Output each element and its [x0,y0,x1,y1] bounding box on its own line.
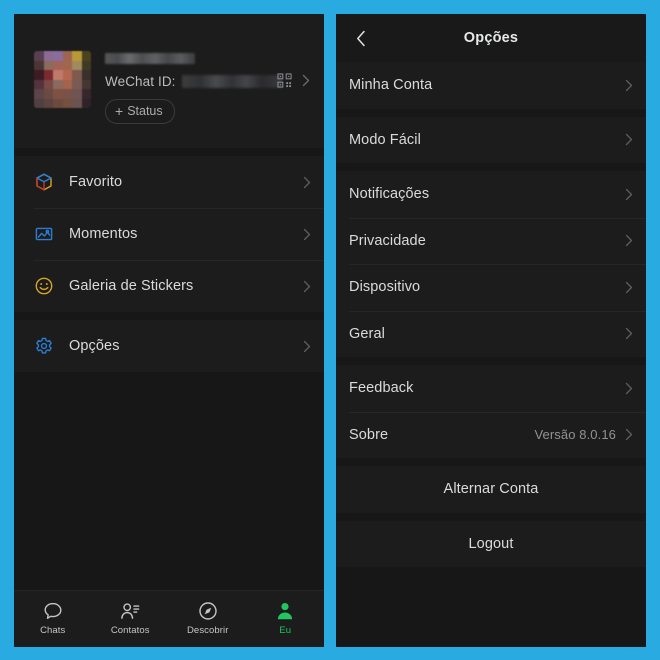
qr-code-icon[interactable] [277,73,292,88]
settings-item-privacidade[interactable]: Privacidade [336,217,646,265]
chat-bubble-icon [42,600,64,622]
photo-icon [34,224,69,244]
chevron-right-icon [303,280,311,293]
profile-name-redacted [105,53,195,64]
settings-item-dispositivo[interactable]: Dispositivo [336,264,646,311]
app-version-value: Versão 8.0.16 [534,427,616,443]
chevron-right-icon [625,188,633,201]
chevron-right-icon [625,382,633,395]
chevron-right-icon [625,133,633,146]
tab-label: Chats [40,625,66,636]
menu-item-label: Opções [69,338,120,354]
right-phone-panel: Opções Minha Conta Modo Fácil Notificaçõ… [336,14,646,647]
chevron-right-icon [303,176,311,189]
settings-item-label: Sobre [349,426,389,443]
tab-label: Descobrir [186,625,229,636]
settings-item-notificacoes[interactable]: Notificações [336,171,646,218]
page-title: Opções [463,30,519,46]
add-status-label: Status [127,104,163,118]
tab-label: Contatos [110,625,150,636]
chevron-right-icon [625,79,633,92]
tab-label: Eu [279,625,292,636]
chevron-left-icon [356,30,366,47]
settings-item-label: Modo Fácil [349,131,421,148]
chevron-right-icon [303,340,311,353]
avatar[interactable] [34,51,91,108]
left-panel-spacer [14,372,324,590]
menu-item-label: Galeria de Stickers [69,278,194,294]
tab-descobrir[interactable]: Descobrir [169,600,247,636]
menu-item-favorito[interactable]: Favorito [14,156,324,208]
person-icon [274,600,296,622]
plus-icon: + [115,102,124,119]
switch-account-button[interactable]: Alternar Conta [336,466,646,513]
profile-actions [277,73,310,88]
menu-item-label: Favorito [69,174,123,190]
settings-item-label: Notificações [349,186,430,203]
settings-group-main: Notificações Privacidade Dispositivo Ger… [336,171,646,357]
bottom-tab-bar: Chats Contatos Descobrir Eu [14,590,324,647]
settings-item-label: Privacidade [349,232,426,249]
settings-item-minha-conta[interactable]: Minha Conta [336,62,646,109]
wechat-id-value-redacted [181,75,282,88]
settings-item-label: Geral [349,325,385,342]
left-menu-group-1: Favorito Momentos Galeria de Stickers [14,156,324,312]
profile-chevron-right-icon[interactable] [302,74,310,87]
settings-group-easy-mode: Modo Fácil [336,116,646,164]
settings-group-info: Feedback Sobre Versão 8.0.16 [336,365,646,458]
add-status-button[interactable]: + Status [105,99,175,125]
smiley-icon [34,276,69,296]
settings-item-feedback[interactable]: Feedback [336,365,646,412]
chevron-right-icon [625,327,633,340]
menu-item-opcoes[interactable]: Opções [14,320,324,372]
back-button[interactable] [350,27,372,49]
chevron-right-icon [625,234,633,247]
cube-icon [34,172,69,192]
wechat-id-label: WeChat ID: [105,74,176,89]
settings-item-geral[interactable]: Geral [336,310,646,358]
profile-card[interactable]: WeChat ID: + Status [14,14,324,148]
nav-header: Opções [336,14,646,62]
left-phone-panel: WeChat ID: + Status Favorito Momentos Ga… [14,14,324,647]
left-menu-group-2: Opções [14,320,324,372]
settings-item-sobre[interactable]: Sobre Versão 8.0.16 [336,411,646,459]
menu-item-momentos[interactable]: Momentos [14,208,324,260]
contacts-icon [119,600,141,622]
chevron-right-icon [625,281,633,294]
settings-group-account: Minha Conta [336,62,646,109]
compass-icon [197,600,219,622]
gear-icon [34,336,69,356]
settings-item-label: Minha Conta [349,77,433,94]
screenshot-stage: WeChat ID: + Status Favorito Momentos Ga… [0,0,660,660]
chevron-right-icon [303,228,311,241]
logout-button[interactable]: Logout [336,520,646,567]
menu-item-galeria-de-stickers[interactable]: Galeria de Stickers [14,260,324,312]
tab-chats[interactable]: Chats [14,600,92,636]
settings-item-modo-facil[interactable]: Modo Fácil [336,117,646,164]
right-panel-spacer [336,567,646,647]
tab-contatos[interactable]: Contatos [92,600,170,636]
chevron-right-icon [625,428,633,441]
settings-item-label: Feedback [349,380,414,397]
settings-item-label: Dispositivo [349,279,421,296]
tab-eu[interactable]: Eu [247,600,325,636]
menu-item-label: Momentos [69,226,138,242]
